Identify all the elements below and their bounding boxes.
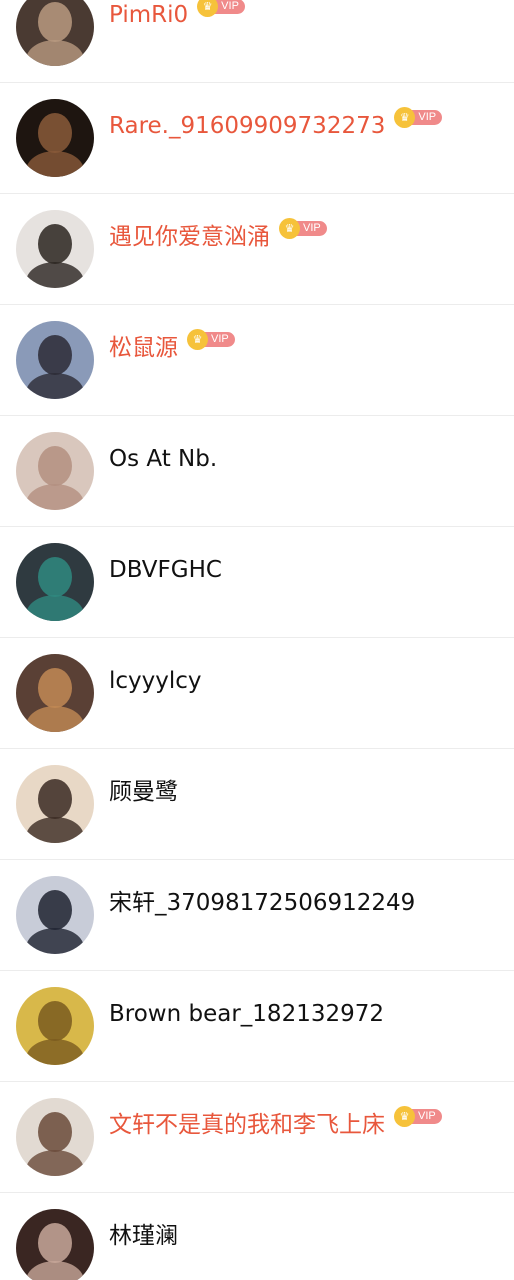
username-line: Os At Nb. (109, 444, 217, 474)
user-list: PimRi0 ♛ VIP Rare._91609909732273 ♛ VIP 遇见你爱意汹… (0, 0, 514, 1280)
user-list-item[interactable]: 遇见你爱意汹涌 ♛ VIP (0, 194, 514, 305)
username-line: Brown bear_182132972 (109, 999, 384, 1029)
username-line: 宋轩_37098172506912249 (109, 888, 415, 918)
username-line: 遇见你爱意汹涌 ♛ VIP (109, 217, 327, 252)
avatar[interactable] (16, 987, 94, 1065)
user-list-item[interactable]: 松鼠源 ♛ VIP (0, 305, 514, 416)
username[interactable]: 文轩不是真的我和李飞上床 (109, 1110, 385, 1140)
avatar[interactable] (16, 1209, 94, 1280)
crown-icon: ♛ (394, 1105, 415, 1127)
username[interactable]: DBVFGHC (109, 555, 222, 585)
user-list-item[interactable]: 顾曼鹭 (0, 749, 514, 860)
user-list-item[interactable]: lcyyylcy (0, 638, 514, 749)
username[interactable]: lcyyylcy (109, 666, 202, 696)
avatar[interactable] (16, 1098, 94, 1176)
username[interactable]: Brown bear_182132972 (109, 999, 384, 1029)
vip-badge: ♛ VIP (187, 328, 235, 350)
avatar[interactable] (16, 99, 94, 177)
avatar[interactable] (16, 432, 94, 510)
user-list-item[interactable]: DBVFGHC (0, 527, 514, 638)
username[interactable]: 遇见你爱意汹涌 (109, 222, 270, 252)
crown-icon: ♛ (197, 0, 219, 17)
user-list-item[interactable]: 文轩不是真的我和李飞上床 ♛ VIP (0, 1082, 514, 1193)
username-line: lcyyylcy (109, 666, 202, 696)
user-list-item[interactable]: Brown bear_182132972 (0, 971, 514, 1082)
username[interactable]: 松鼠源 (109, 333, 178, 363)
username-line: PimRi0 ♛ VIP (109, 0, 245, 30)
crown-icon: ♛ (279, 217, 300, 239)
vip-badge: ♛ VIP (197, 0, 245, 17)
username[interactable]: 顾曼鹭 (109, 777, 178, 807)
username-line: Rare._91609909732273 ♛ VIP (109, 106, 443, 141)
user-list-item[interactable]: Rare._91609909732273 ♛ VIP (0, 83, 514, 194)
username-line: 松鼠源 ♛ VIP (109, 328, 235, 363)
username[interactable]: 林瑾澜 (109, 1221, 178, 1251)
user-list-item[interactable]: Os At Nb. (0, 416, 514, 527)
avatar[interactable] (16, 654, 94, 732)
avatar[interactable] (16, 0, 94, 66)
avatar[interactable] (16, 321, 94, 399)
vip-badge: ♛ VIP (279, 217, 327, 239)
username-line: 林瑾澜 (109, 1221, 178, 1251)
vip-badge: ♛ VIP (394, 1105, 442, 1127)
username[interactable]: 宋轩_37098172506912249 (109, 888, 415, 918)
user-list-item[interactable]: 宋轩_37098172506912249 (0, 860, 514, 971)
avatar[interactable] (16, 210, 94, 288)
crown-icon: ♛ (187, 328, 208, 350)
username-line: 顾曼鹭 (109, 777, 178, 807)
avatar[interactable] (16, 876, 94, 954)
username-line: 文轩不是真的我和李飞上床 ♛ VIP (109, 1105, 442, 1140)
crown-icon: ♛ (394, 106, 416, 128)
username[interactable]: Os At Nb. (109, 444, 217, 474)
user-list-item[interactable]: 林瑾澜 (0, 1193, 514, 1280)
vip-badge: ♛ VIP (394, 106, 443, 128)
user-list-item[interactable]: PimRi0 ♛ VIP (0, 0, 514, 83)
avatar[interactable] (16, 543, 94, 621)
username-line: DBVFGHC (109, 555, 222, 585)
username[interactable]: Rare._91609909732273 (109, 111, 385, 141)
username[interactable]: PimRi0 (109, 0, 188, 30)
avatar[interactable] (16, 765, 94, 843)
